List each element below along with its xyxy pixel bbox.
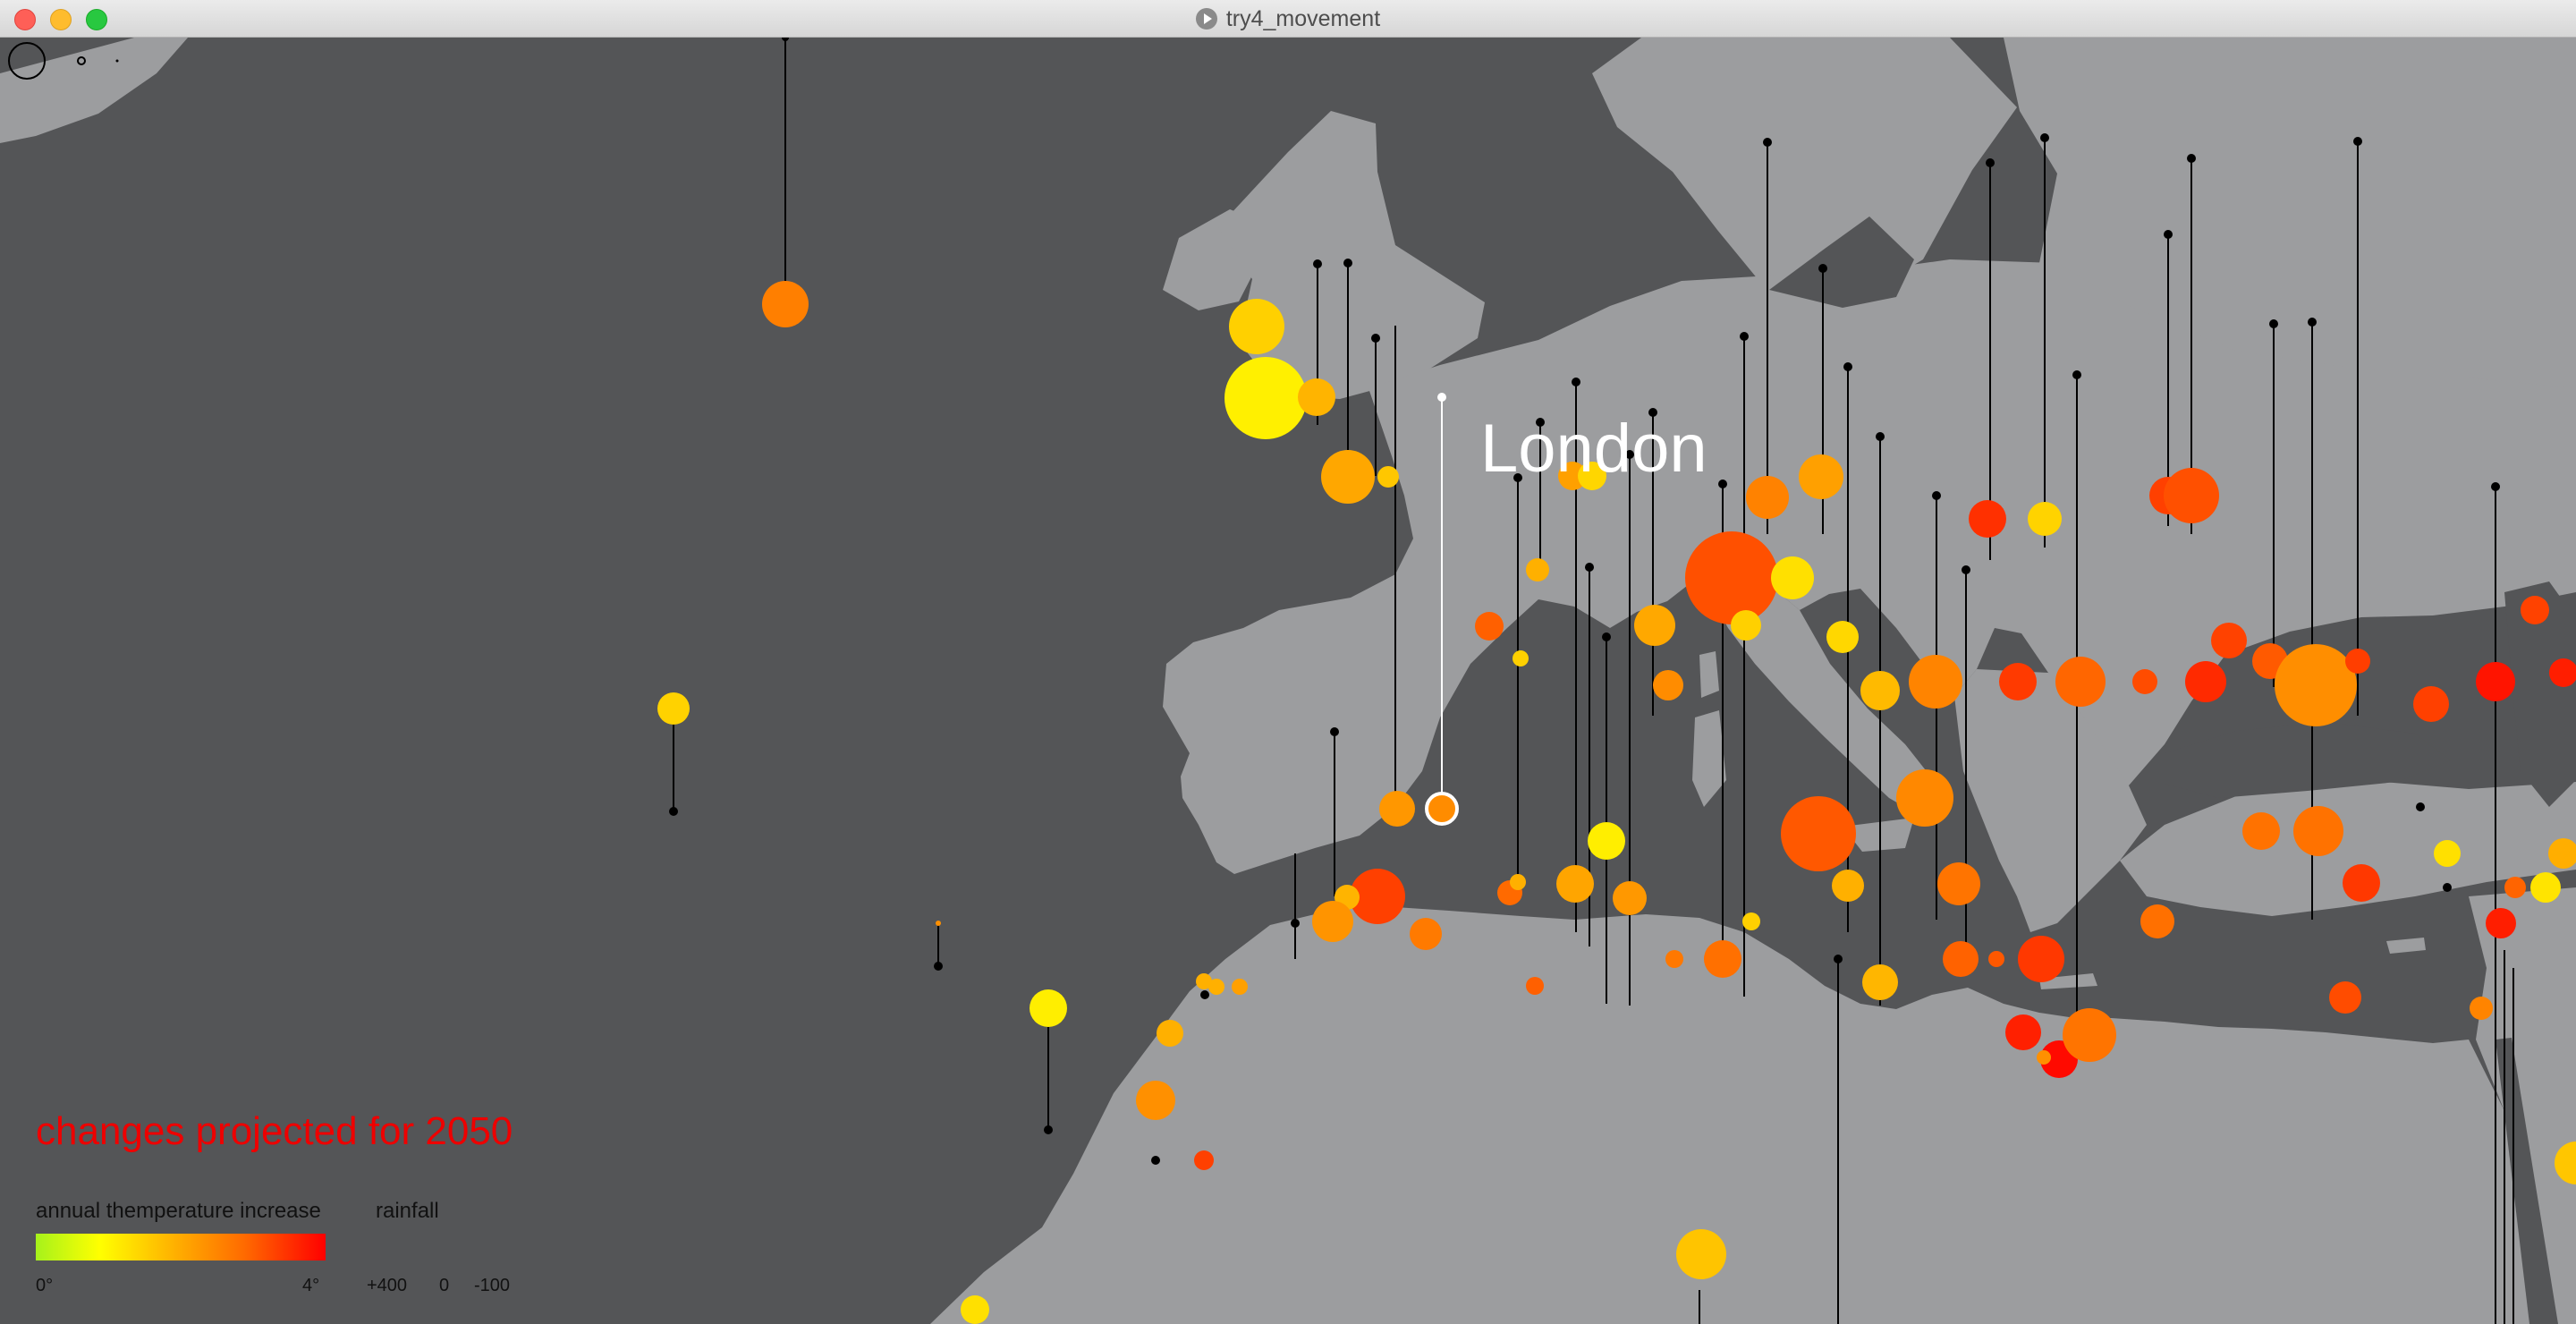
- city-marker: [1224, 357, 1307, 439]
- temperature-min-label: 0°: [36, 1276, 54, 1295]
- city-marker: [1937, 862, 1980, 905]
- city-marker: [1377, 466, 1399, 488]
- temperature-legend-label: annual themperature increase: [36, 1199, 321, 1223]
- rainfall-value-high: +400: [367, 1276, 408, 1295]
- city-marker: [1510, 874, 1526, 890]
- land-cyprus: [2386, 938, 2426, 954]
- city-marker: [1665, 950, 1683, 968]
- city-marker: [2530, 872, 2561, 903]
- rainfall-symbol-large: [8, 42, 46, 80]
- city-marker: [2470, 997, 2493, 1020]
- city-marker: [2521, 596, 2549, 624]
- city-marker: [2486, 908, 2516, 938]
- window-title: try4_movement: [0, 0, 2576, 38]
- city-marker: [2132, 669, 2157, 694]
- city-marker: [1860, 671, 1900, 710]
- temperature-gradient-bar: [36, 1234, 326, 1260]
- city-marker: [1999, 663, 2037, 700]
- city-marker: [1771, 556, 1814, 599]
- rainfall-value-low: -100: [474, 1276, 511, 1295]
- city-marker: [2504, 877, 2526, 898]
- city-marker: [1896, 769, 1953, 827]
- city-marker: [1653, 670, 1683, 700]
- city-marker: [1676, 1229, 1726, 1279]
- city-marker: [2055, 657, 2106, 707]
- window-title-text: try4_movement: [1225, 5, 1381, 31]
- city-marker: [2185, 661, 2226, 702]
- city-marker: [1832, 870, 1864, 902]
- city-marker: [936, 921, 941, 926]
- city-marker: [1799, 454, 1843, 499]
- city-marker: [1634, 605, 1675, 646]
- city-marker: [1826, 621, 1859, 653]
- city-marker: [1731, 610, 1761, 641]
- legend-title: changes projected for 2050: [36, 1109, 513, 1153]
- temperature-max-label: 4°: [302, 1276, 320, 1295]
- city-marker: [1746, 476, 1789, 519]
- city-marker: [1229, 299, 1284, 354]
- city-marker: [1685, 531, 1778, 624]
- city-marker: [1988, 951, 2004, 967]
- city-marker: [1862, 964, 1898, 1000]
- rainfall-symbol-small: [115, 59, 119, 63]
- city-marker: [1526, 558, 1549, 581]
- city-marker: [1588, 822, 1625, 860]
- city-marker: [1513, 650, 1529, 666]
- city-marker: [1321, 450, 1375, 504]
- window-titlebar: try4_movement: [0, 0, 2576, 38]
- city-marker: [1556, 865, 1594, 903]
- city-marker: [2037, 1050, 2051, 1065]
- city-marker: [1526, 977, 1544, 995]
- rainfall-legend-symbols: [8, 42, 119, 80]
- city-marker: [1781, 796, 1856, 871]
- highlighted-city-label: London: [1480, 411, 1707, 487]
- play-icon: [1195, 8, 1217, 30]
- city-marker: [2211, 623, 2247, 658]
- land-corsica: [1699, 651, 1719, 698]
- city-marker: [2434, 840, 2461, 867]
- land-sardinia: [1692, 710, 1726, 807]
- city-marker: [1410, 918, 1442, 950]
- map-canvas[interactable]: London changes projected for 2050 annual…: [0, 38, 2576, 1324]
- city-marker: [1613, 881, 1647, 915]
- london-marker: [1425, 792, 1459, 826]
- city-marker: [2005, 1014, 2041, 1050]
- city-marker: [2028, 502, 2062, 536]
- city-marker: [2345, 649, 2370, 674]
- city-marker: [1157, 1020, 1183, 1047]
- city-marker: [1312, 901, 1353, 942]
- city-marker: [2476, 662, 2515, 701]
- city-marker: [657, 692, 690, 725]
- city-marker: [2164, 468, 2219, 523]
- city-marker: [762, 281, 809, 327]
- city-marker: [1194, 1150, 1214, 1170]
- city-marker: [2329, 981, 2361, 1014]
- city-marker: [1030, 989, 1067, 1027]
- city-marker: [1943, 941, 1979, 977]
- city-marker: [2343, 864, 2380, 902]
- city-marker: [1379, 791, 1415, 827]
- city-marker: [961, 1295, 989, 1324]
- city-marker: [1232, 979, 1248, 995]
- city-marker: [2293, 806, 2343, 856]
- city-marker: [1475, 612, 1504, 641]
- london-anchor: [1437, 393, 1446, 402]
- city-marker: [1704, 940, 1741, 978]
- city-marker: [2140, 904, 2174, 938]
- city-marker: [2275, 644, 2357, 726]
- city-marker: [2018, 936, 2064, 982]
- land-britain: [1218, 111, 1485, 399]
- rainfall-symbol-medium: [77, 56, 86, 65]
- city-marker: [1136, 1081, 1175, 1120]
- rainfall-value-zero: 0: [439, 1276, 450, 1295]
- city-marker: [1909, 655, 1962, 709]
- city-marker: [1742, 912, 1760, 930]
- city-marker: [1208, 979, 1224, 995]
- rainfall-legend-label: rainfall: [376, 1199, 439, 1223]
- city-marker: [1298, 378, 1335, 416]
- city-marker: [2063, 1008, 2116, 1062]
- city-marker: [2242, 812, 2280, 850]
- city-marker: [1969, 500, 2006, 538]
- city-marker: [2413, 686, 2449, 722]
